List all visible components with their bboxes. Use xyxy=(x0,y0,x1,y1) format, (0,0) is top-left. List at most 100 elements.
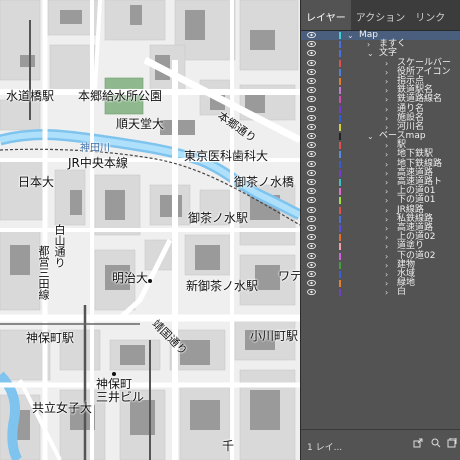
chevron-right-icon[interactable]: › xyxy=(385,279,388,288)
visibility-eye-icon[interactable] xyxy=(307,197,316,204)
layer-row[interactable]: › 高速道路 xyxy=(301,223,460,233)
visibility-eye-icon[interactable] xyxy=(307,68,316,75)
chevron-right-icon[interactable]: › xyxy=(385,252,388,261)
visibility-eye-icon[interactable] xyxy=(307,123,316,130)
visibility-eye-icon[interactable] xyxy=(307,280,316,287)
chevron-right-icon[interactable]: › xyxy=(385,178,388,187)
chevron-down-icon[interactable]: ⌄ xyxy=(347,31,354,40)
chevron-right-icon[interactable]: › xyxy=(385,77,388,86)
layer-row[interactable]: › 下の道01 xyxy=(301,196,460,205)
layer-row[interactable]: › 鉄道路線名 xyxy=(301,95,460,104)
chevron-right-icon[interactable]: › xyxy=(385,169,388,178)
visibility-eye-icon[interactable] xyxy=(307,105,316,112)
visibility-eye-icon[interactable] xyxy=(307,234,316,241)
chevron-right-icon[interactable]: › xyxy=(385,215,388,224)
layer-row[interactable]: › 下の道02 xyxy=(301,251,460,261)
visibility-eye-icon[interactable] xyxy=(307,179,316,185)
layer-row[interactable]: › 高速道路ト xyxy=(301,178,460,187)
visibility-eye-icon[interactable] xyxy=(307,243,316,250)
layer-row[interactable]: › 道塗り xyxy=(301,242,460,251)
layer-row[interactable]: › 緑地 xyxy=(301,279,460,288)
visibility-eye-icon[interactable] xyxy=(307,215,316,222)
visibility-eye-icon[interactable] xyxy=(307,206,316,213)
chevron-right-icon[interactable]: › xyxy=(385,95,388,104)
visibility-eye-icon[interactable] xyxy=(307,77,316,84)
chevron-right-icon[interactable]: › xyxy=(385,288,388,297)
chevron-right-icon[interactable]: › xyxy=(385,150,388,159)
map-graphics xyxy=(0,0,300,460)
visibility-eye-icon[interactable] xyxy=(307,169,316,176)
visibility-eye-icon[interactable] xyxy=(307,114,316,121)
chevron-right-icon[interactable]: › xyxy=(385,196,388,205)
visibility-eye-icon[interactable] xyxy=(307,133,316,140)
layer-color-swatch xyxy=(339,280,341,288)
visibility-eye-icon[interactable] xyxy=(307,151,316,158)
chevron-right-icon[interactable]: › xyxy=(385,105,388,114)
map-label-chi: 千 xyxy=(222,439,235,453)
tab-links[interactable]: リンク xyxy=(410,0,450,30)
layer-row[interactable]: › 白 xyxy=(301,288,460,297)
chevron-right-icon[interactable]: › xyxy=(385,86,388,95)
visibility-eye-icon[interactable] xyxy=(307,289,316,296)
layer-row[interactable]: › 上の道02 xyxy=(301,233,460,242)
visibility-eye-icon[interactable] xyxy=(307,224,316,231)
map-label-hongo-kyusui: 本郷給水所公園 xyxy=(78,89,163,103)
chevron-down-icon[interactable]: ⌄ xyxy=(367,132,374,141)
layer-row[interactable]: › 役所アイコン xyxy=(301,67,460,77)
layer-color-swatch xyxy=(339,197,341,205)
chevron-right-icon[interactable]: › xyxy=(385,233,388,242)
layer-row[interactable]: › 建物 xyxy=(301,260,460,270)
layer-row[interactable]: › 水域 xyxy=(301,269,460,279)
visibility-eye-icon[interactable] xyxy=(307,41,316,48)
map-canvas[interactable]: 水道橋駅 本郷給水所公園 順天堂大 本郷通り 神田川 JR中央本線 東京医科歯科… xyxy=(0,0,300,460)
visibility-eye-icon[interactable] xyxy=(307,59,316,66)
chevron-right-icon[interactable]: › xyxy=(385,261,388,270)
visibility-eye-icon[interactable] xyxy=(307,50,316,57)
chevron-right-icon[interactable]: › xyxy=(385,224,388,233)
visibility-eye-icon[interactable] xyxy=(307,261,316,268)
tab-layers[interactable]: レイヤー xyxy=(301,0,351,30)
chevron-right-icon[interactable]: › xyxy=(385,141,388,150)
layer-row[interactable]: › 駅 xyxy=(301,141,460,150)
layer-row[interactable]: › 上の道01 xyxy=(301,187,460,196)
map-label-tmd: 東京医科歯科大 xyxy=(184,149,269,163)
export-icon[interactable] xyxy=(413,438,423,448)
map-label-juntendo: 順天堂大 xyxy=(116,117,165,131)
chevron-right-icon[interactable]: › xyxy=(385,114,388,123)
layer-row[interactable]: › 地下鉄線路 xyxy=(301,159,460,169)
visibility-eye-icon[interactable] xyxy=(307,142,316,149)
layer-color-swatch xyxy=(339,96,341,104)
visibility-eye-icon[interactable] xyxy=(307,96,316,103)
visibility-eye-icon[interactable] xyxy=(307,188,316,195)
layer-row[interactable]: › 指示点 xyxy=(301,76,460,86)
chevron-right-icon[interactable]: › xyxy=(385,242,388,251)
visibility-eye-icon[interactable] xyxy=(307,32,316,38)
tab-actions[interactable]: アクション xyxy=(351,0,411,30)
layer-row[interactable]: ⌄ ベースmap xyxy=(301,132,460,141)
chevron-right-icon[interactable]: › xyxy=(367,40,370,49)
layer-list: ⌄ Map › ますく ⌄ 文字 › スケールバー › 役所アイコン › 指示点 › 鉄道駅名 › 鉄道路線名… xyxy=(301,31,460,297)
layer-row[interactable]: › JR線路 xyxy=(301,205,460,215)
chevron-right-icon[interactable]: › xyxy=(385,160,388,169)
layer-color-swatch xyxy=(339,32,341,39)
visibility-eye-icon[interactable] xyxy=(307,270,316,277)
layer-row[interactable]: › 私鉄線路 xyxy=(301,214,460,224)
visibility-eye-icon[interactable] xyxy=(307,87,316,94)
layer-row[interactable]: › 施設名 xyxy=(301,113,460,123)
chevron-right-icon[interactable]: › xyxy=(385,187,388,196)
map-label-ochanomizu-bridge: 御茶ノ水橋 xyxy=(234,175,295,189)
chevron-right-icon[interactable]: › xyxy=(385,270,388,279)
layer-name: 道塗り xyxy=(397,241,425,252)
layer-color-swatch xyxy=(339,270,341,278)
visibility-eye-icon[interactable] xyxy=(307,160,316,167)
chevron-right-icon[interactable]: › xyxy=(385,68,388,77)
map-label-jr-chuo: JR中央本線 xyxy=(68,156,128,170)
new-layer-icon[interactable] xyxy=(447,437,457,448)
layer-row[interactable]: › 通り名 xyxy=(301,104,460,114)
visibility-eye-icon[interactable] xyxy=(307,252,316,259)
layer-color-swatch xyxy=(339,151,341,159)
chevron-down-icon[interactable]: ⌄ xyxy=(367,49,374,58)
chevron-right-icon[interactable]: › xyxy=(385,59,388,68)
chevron-right-icon[interactable]: › xyxy=(385,206,388,215)
search-icon[interactable] xyxy=(431,438,441,448)
